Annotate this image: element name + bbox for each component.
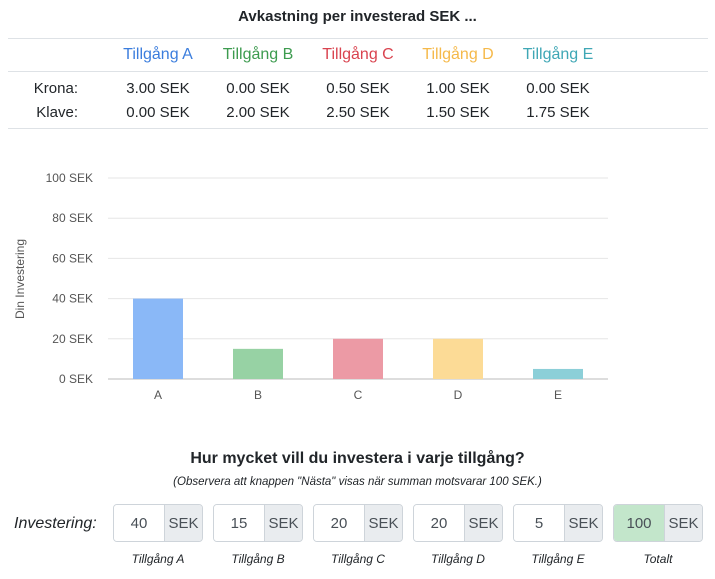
unit-addon: SEK bbox=[264, 505, 302, 541]
input-caption-e: Tillgång E bbox=[531, 552, 585, 566]
input-caption-c: Tillgång C bbox=[331, 552, 385, 566]
investment-input-b[interactable]: 15 bbox=[214, 505, 264, 541]
bar-c bbox=[333, 338, 383, 379]
x-tick-label: A bbox=[154, 388, 162, 402]
investment-input-group-c: 20 SEK bbox=[313, 504, 403, 542]
investment-input-c[interactable]: 20 bbox=[314, 505, 364, 541]
y-tick-label: 20 SEK bbox=[52, 332, 93, 346]
total-caption: Totalt bbox=[643, 552, 673, 566]
unit-addon: SEK bbox=[464, 505, 502, 541]
form-note: (Observera att knappen "Nästa" visas när… bbox=[173, 476, 542, 488]
input-caption-b: Tillgång B bbox=[231, 552, 285, 566]
total-input-group: 100 SEK bbox=[613, 504, 703, 542]
y-tick-label: 0 SEK bbox=[59, 372, 93, 386]
investment-row-label: Investering: bbox=[14, 515, 97, 532]
investment-input-a[interactable]: 40 bbox=[114, 505, 164, 541]
input-caption-d: Tillgång D bbox=[431, 552, 485, 566]
y-tick-label: 100 SEK bbox=[46, 171, 93, 185]
unit-addon: SEK bbox=[564, 505, 602, 541]
investment-input-d[interactable]: 20 bbox=[414, 505, 464, 541]
y-tick-label: 60 SEK bbox=[52, 251, 93, 265]
form-question: Hur mycket vill du investera i varje til… bbox=[190, 450, 525, 467]
unit-addon: SEK bbox=[164, 505, 202, 541]
bar-b bbox=[233, 348, 283, 379]
x-tick-label: C bbox=[354, 388, 363, 402]
investment-input-group-d: 20 SEK bbox=[413, 504, 503, 542]
y-tick-label: 40 SEK bbox=[52, 292, 93, 306]
investment-input-group-b: 15 SEK bbox=[213, 504, 303, 542]
investment-input-e[interactable]: 5 bbox=[514, 505, 564, 541]
investment-input-group-e: 5 SEK bbox=[513, 504, 603, 542]
total-value: 100 bbox=[614, 505, 664, 541]
bar-d bbox=[433, 338, 483, 379]
x-tick-label: B bbox=[254, 388, 262, 402]
bar-e bbox=[533, 368, 583, 379]
input-caption-a: Tillgång A bbox=[131, 552, 185, 566]
investment-bar-chart: 0 SEK 20 SEK 40 SEK 60 SEK 80 SEK 100 SEK A B C D… bbox=[46, 171, 608, 402]
unit-addon: SEK bbox=[364, 505, 402, 541]
y-tick-label: 80 SEK bbox=[52, 211, 93, 225]
unit-addon: SEK bbox=[664, 505, 702, 541]
x-tick-label: E bbox=[554, 388, 562, 402]
x-tick-label: D bbox=[454, 388, 463, 402]
investment-input-group-a: 40 SEK bbox=[113, 504, 203, 542]
bar-a bbox=[133, 298, 183, 379]
